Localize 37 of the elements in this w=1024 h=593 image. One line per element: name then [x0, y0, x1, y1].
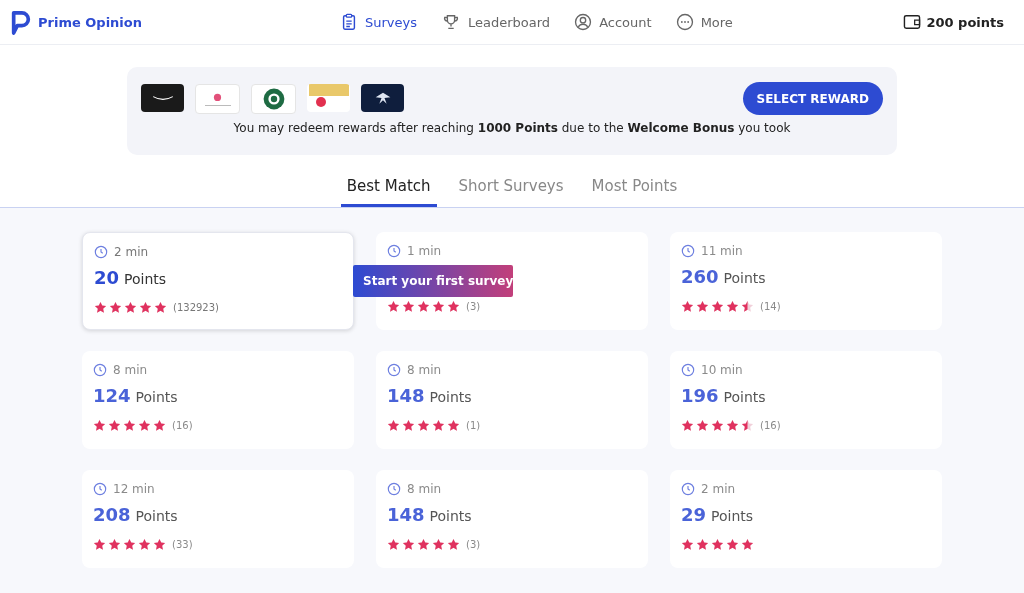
rating-count: (3) — [466, 301, 481, 312]
points-balance: 200 points — [926, 14, 1004, 30]
survey-points: 196 — [681, 385, 719, 406]
points-label: Points — [711, 508, 754, 524]
survey-duration: 8 min — [407, 363, 442, 377]
survey-duration: 8 min — [113, 363, 148, 377]
rating-count: (3) — [466, 539, 481, 550]
survey-points: 124 — [93, 385, 131, 406]
points-label: Points — [124, 271, 167, 287]
survey-duration: 12 min — [113, 482, 155, 496]
survey-duration: 2 min — [701, 482, 736, 496]
rating-count: (16) — [760, 420, 781, 431]
rating-count: (16) — [172, 420, 193, 431]
survey-duration: 10 min — [701, 363, 743, 377]
survey-duration: 1 min — [407, 244, 442, 258]
redeem-notice: You may redeem rewards after reaching 1000 Points due to the Welcome Bonus you took — [232, 121, 792, 135]
survey-points: 208 — [93, 504, 131, 525]
rating-count: (132923) — [173, 302, 219, 313]
rating-count: (14) — [760, 301, 781, 312]
survey-points: 20 — [94, 267, 120, 288]
survey-points: 260 — [681, 266, 719, 287]
survey-points: 29 — [681, 504, 707, 525]
rating-count: (33) — [172, 539, 193, 550]
tooltip: Start your first survey — [353, 265, 513, 297]
survey-duration: 2 min — [114, 245, 149, 259]
survey-points: 148 — [387, 385, 425, 406]
points-label: Points — [723, 270, 766, 286]
points-label: Points — [429, 508, 472, 524]
points-label: Points — [135, 389, 178, 405]
points-label: Points — [429, 389, 472, 405]
brand-name: Prime Opinion — [38, 14, 142, 30]
rating-count: (1) — [466, 420, 481, 431]
survey-duration: 11 min — [701, 244, 743, 258]
survey-duration: 8 min — [407, 482, 442, 496]
survey-points: 148 — [387, 504, 425, 525]
points-label: Points — [135, 508, 178, 524]
points-label: Points — [723, 389, 766, 405]
